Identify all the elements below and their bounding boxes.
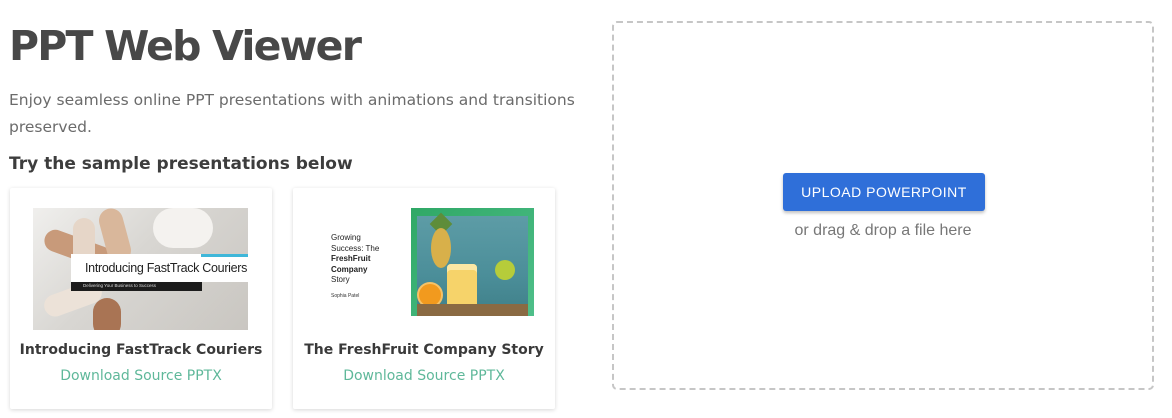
pineapple-shape: [431, 228, 451, 268]
slide-author: Sophia Patel: [331, 293, 360, 299]
slide-photo-frame: [411, 208, 534, 316]
page-subtitle: Enjoy seamless online PPT presentations …: [9, 91, 575, 136]
slide-thumbnail[interactable]: Introducing FastTrack Couriers Deliverin…: [33, 208, 248, 330]
sample-card-fasttrack[interactable]: Introducing FastTrack Couriers Deliverin…: [10, 188, 272, 409]
slide-thumbnail[interactable]: Growing Success: The FreshFruit Company …: [316, 208, 534, 316]
download-source-link[interactable]: Download Source PPTX: [10, 368, 272, 384]
lime-shape: [495, 260, 515, 280]
sample-title: The FreshFruit Company Story: [304, 342, 544, 358]
download-source-link[interactable]: Download Source PPTX: [293, 368, 555, 384]
file-dropzone[interactable]: UPLOAD POWERPOINT or drag & drop a file …: [612, 21, 1154, 390]
slide-subtitle: Delivering Your Business to Success: [83, 283, 157, 288]
sample-title: Introducing FastTrack Couriers: [19, 342, 263, 358]
slide-title: Growing Success: The FreshFruit Company …: [331, 233, 380, 284]
hand-shape: [93, 298, 121, 330]
hand-shape: [153, 208, 213, 248]
drag-drop-hint: or drag & drop a file here: [794, 222, 972, 239]
slide-title: Introducing FastTrack Couriers: [85, 261, 248, 275]
page-title: PPT Web Viewer: [9, 22, 362, 70]
wooden-board-shape: [417, 304, 528, 316]
slide-photo: [417, 212, 528, 316]
samples-heading: Try the sample presentations below: [9, 154, 353, 174]
slide-accent-line: [201, 254, 248, 257]
sample-card-freshfruit[interactable]: Growing Success: The FreshFruit Company …: [293, 188, 555, 409]
upload-powerpoint-button[interactable]: UPLOAD POWERPOINT: [783, 173, 985, 211]
